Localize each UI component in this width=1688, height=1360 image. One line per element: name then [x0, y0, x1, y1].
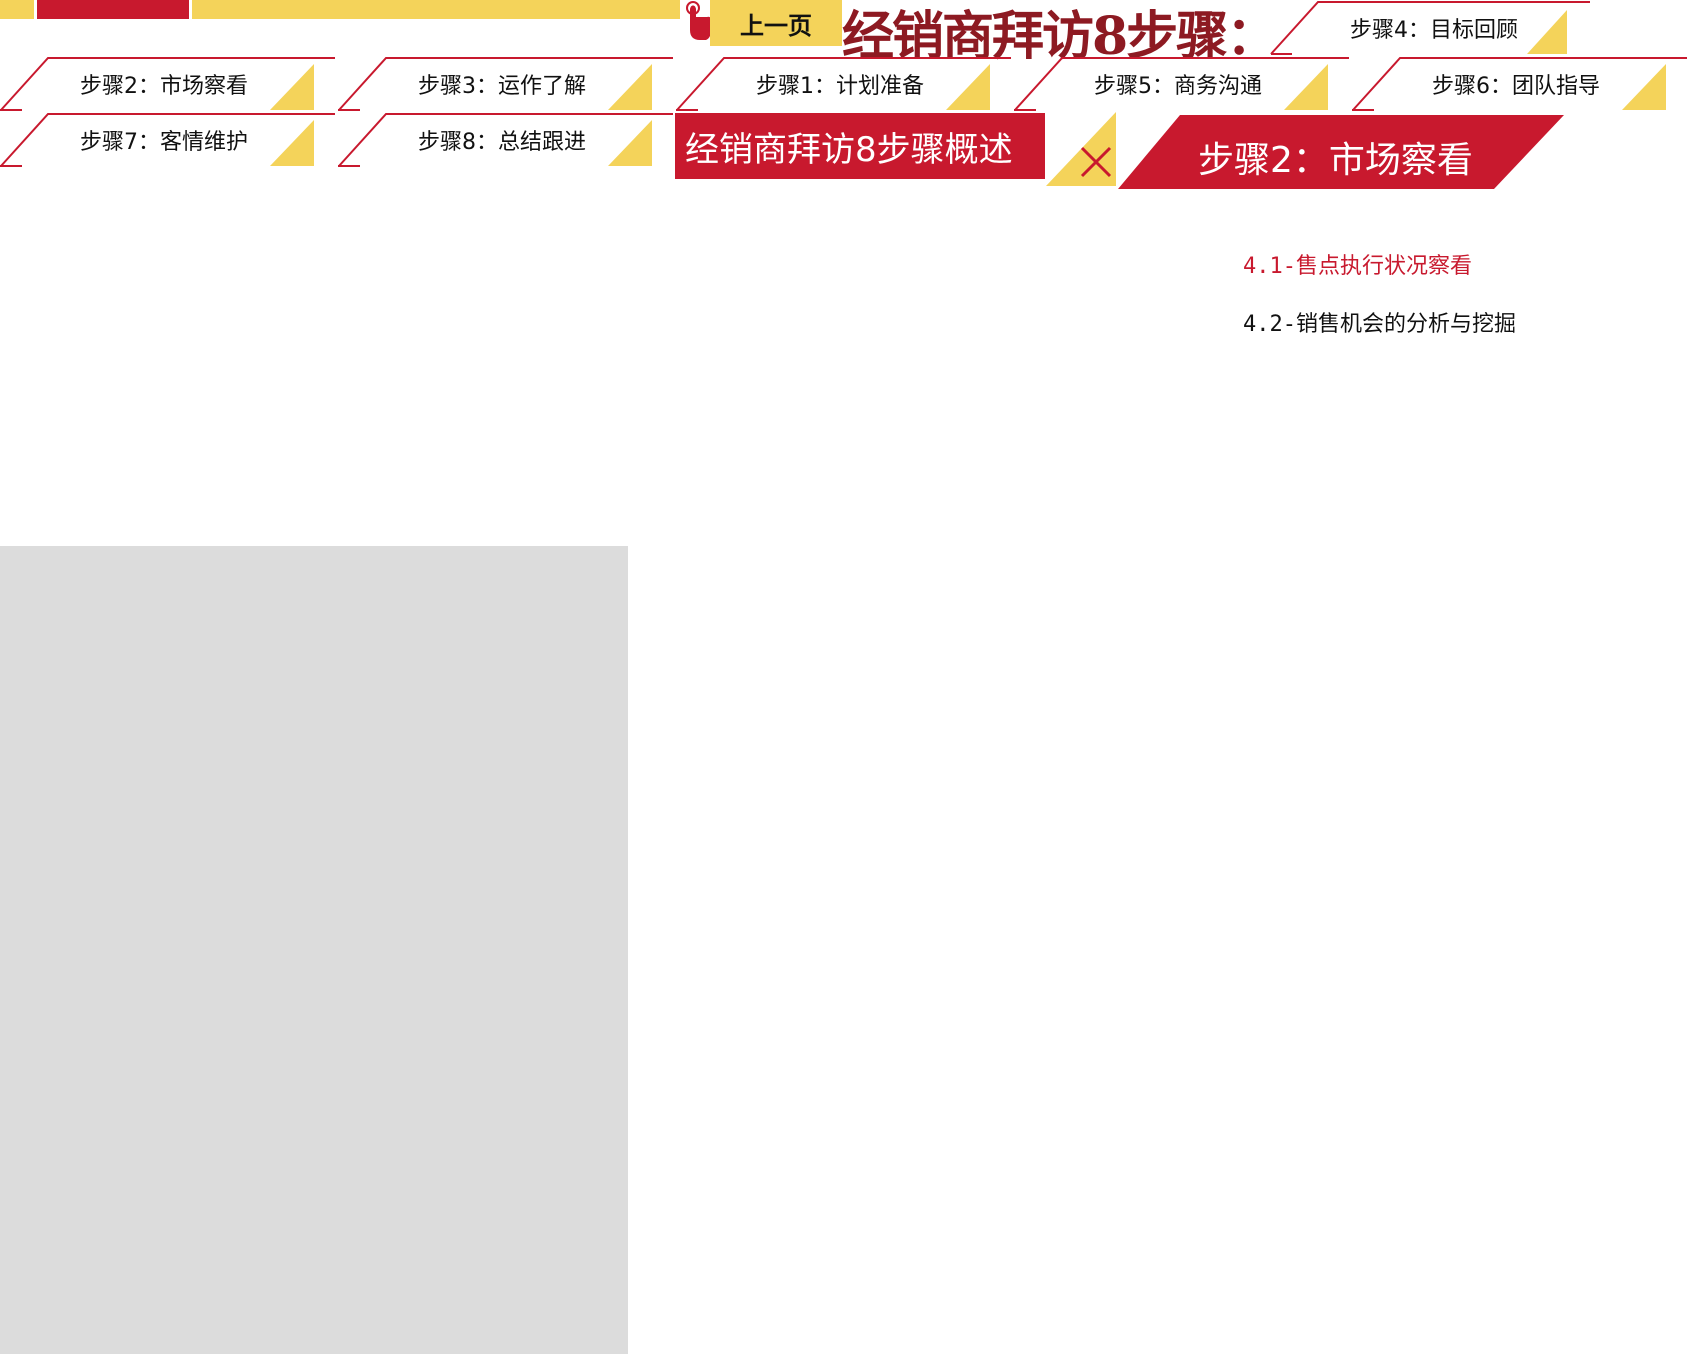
tab-step8[interactable]: 步骤8：总结跟进 [338, 112, 674, 168]
current-step-banner: 步骤2：市场察看 [1118, 113, 1564, 191]
sub-item-4-1[interactable]: 4.1-售点执行状况察看 [1243, 252, 1533, 282]
close-button[interactable] [1046, 112, 1118, 186]
image-placeholder [0, 546, 628, 1354]
overview-button[interactable]: 经销商拜访8步骤概述 [675, 113, 1045, 179]
overview-label: 经销商拜访8步骤概述 [685, 129, 1013, 170]
top-red-bar [37, 0, 189, 19]
slide-canvas: 上一页 经销商拜访8步骤： 步骤4：目标回顾 步骤2：市场察看 步骤3：运作了解 [0, 0, 1688, 1360]
current-step-label: 步骤2：市场察看 [1198, 140, 1473, 181]
tab-step7[interactable]: 步骤7：客情维护 [0, 112, 336, 168]
tab-step1[interactable]: 步骤1：计划准备 [676, 56, 1012, 112]
close-icon [1046, 112, 1116, 186]
tab-step2-label: 步骤2：市场察看 [80, 74, 248, 99]
prev-page-label: 上一页 [740, 11, 812, 40]
tab-step7-label: 步骤7：客情维护 [80, 130, 248, 155]
top-yellow-bar-left [0, 0, 34, 19]
tab-step5[interactable]: 步骤5：商务沟通 [1014, 56, 1350, 112]
tab-step2[interactable]: 步骤2：市场察看 [0, 56, 336, 112]
top-yellow-bar-long [192, 0, 680, 19]
tab-step3[interactable]: 步骤3：运作了解 [338, 56, 674, 112]
tab-step4[interactable]: 步骤4：目标回顾 [1270, 0, 1606, 56]
tab-step6[interactable]: 步骤6：团队指导 [1352, 56, 1688, 112]
sub-item-4-2[interactable]: 4.2-销售机会的分析与挖掘 [1243, 310, 1533, 340]
tab-step8-label: 步骤8：总结跟进 [418, 130, 586, 155]
tab-step4-label: 步骤4：目标回顾 [1350, 18, 1518, 43]
prev-page-button[interactable]: 上一页 [710, 0, 842, 46]
tab-step3-label: 步骤3：运作了解 [418, 74, 586, 99]
page-title: 经销商拜访8步骤： [842, 6, 1278, 67]
hand-pointer-icon[interactable] [680, 0, 712, 44]
tab-step5-label: 步骤5：商务沟通 [1094, 74, 1262, 99]
tab-step6-label: 步骤6：团队指导 [1432, 74, 1600, 99]
tab-step1-label: 步骤1：计划准备 [756, 74, 924, 99]
